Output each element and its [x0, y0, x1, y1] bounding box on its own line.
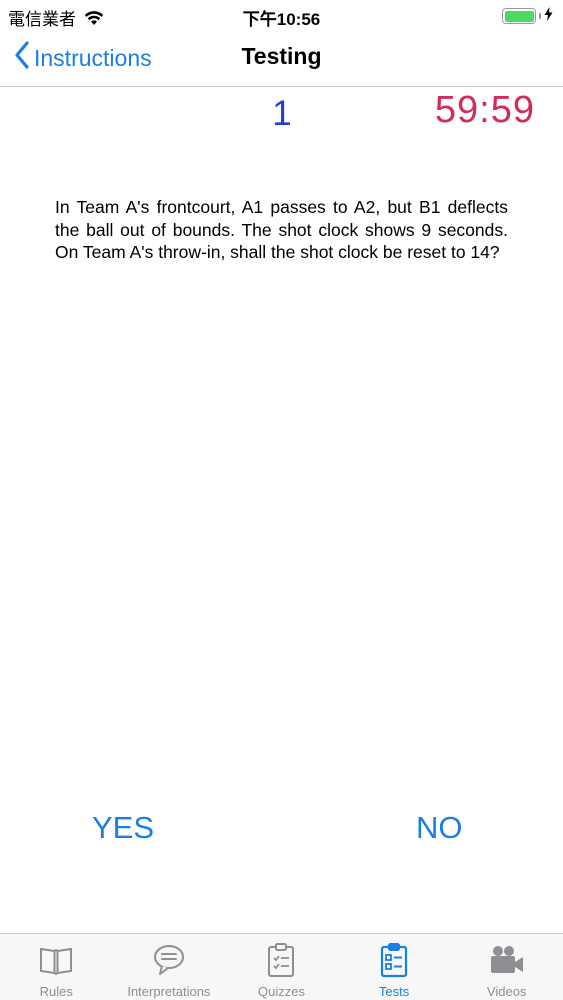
testing-screen: 電信業者 下午10:56 Instructions Testing 1 59:5… — [0, 0, 563, 1000]
book-icon — [38, 942, 74, 978]
countdown-timer: 59:59 — [434, 89, 535, 131]
clipboard-list-icon — [376, 942, 412, 978]
question-number: 1 — [272, 94, 292, 133]
battery-icon — [502, 8, 536, 24]
status-time: 下午10:56 — [242, 10, 321, 29]
tab-tests[interactable]: Tests — [338, 934, 451, 1000]
tab-label: Interpretations — [127, 984, 211, 999]
no-button[interactable]: NO — [416, 810, 463, 846]
video-camera-icon — [488, 942, 526, 978]
question-text: In Team A's frontcourt, A1 passes to A2,… — [55, 197, 508, 262]
tab-bar: Rules Interpretations Quizzes Tests Vide… — [0, 933, 563, 1000]
tab-label: Videos — [486, 984, 527, 999]
tab-label: Quizzes — [258, 984, 305, 999]
navigation-bar: Instructions Testing — [0, 30, 563, 87]
page-title: Testing — [241, 43, 322, 69]
yes-button[interactable]: YES — [92, 810, 154, 846]
clipboard-check-icon — [263, 942, 299, 978]
tab-rules[interactable]: Rules — [0, 934, 113, 1000]
tab-videos[interactable]: Videos — [450, 934, 563, 1000]
charging-bolt-icon — [544, 6, 553, 26]
tab-label: Rules — [39, 984, 73, 999]
speech-bubble-icon — [151, 942, 187, 978]
status-bar: 電信業者 下午10:56 — [0, 0, 563, 30]
tab-interpretations[interactable]: Interpretations — [113, 934, 226, 1000]
battery-indicator — [502, 6, 553, 26]
tab-label: Tests — [378, 984, 410, 999]
tab-quizzes[interactable]: Quizzes — [225, 934, 338, 1000]
